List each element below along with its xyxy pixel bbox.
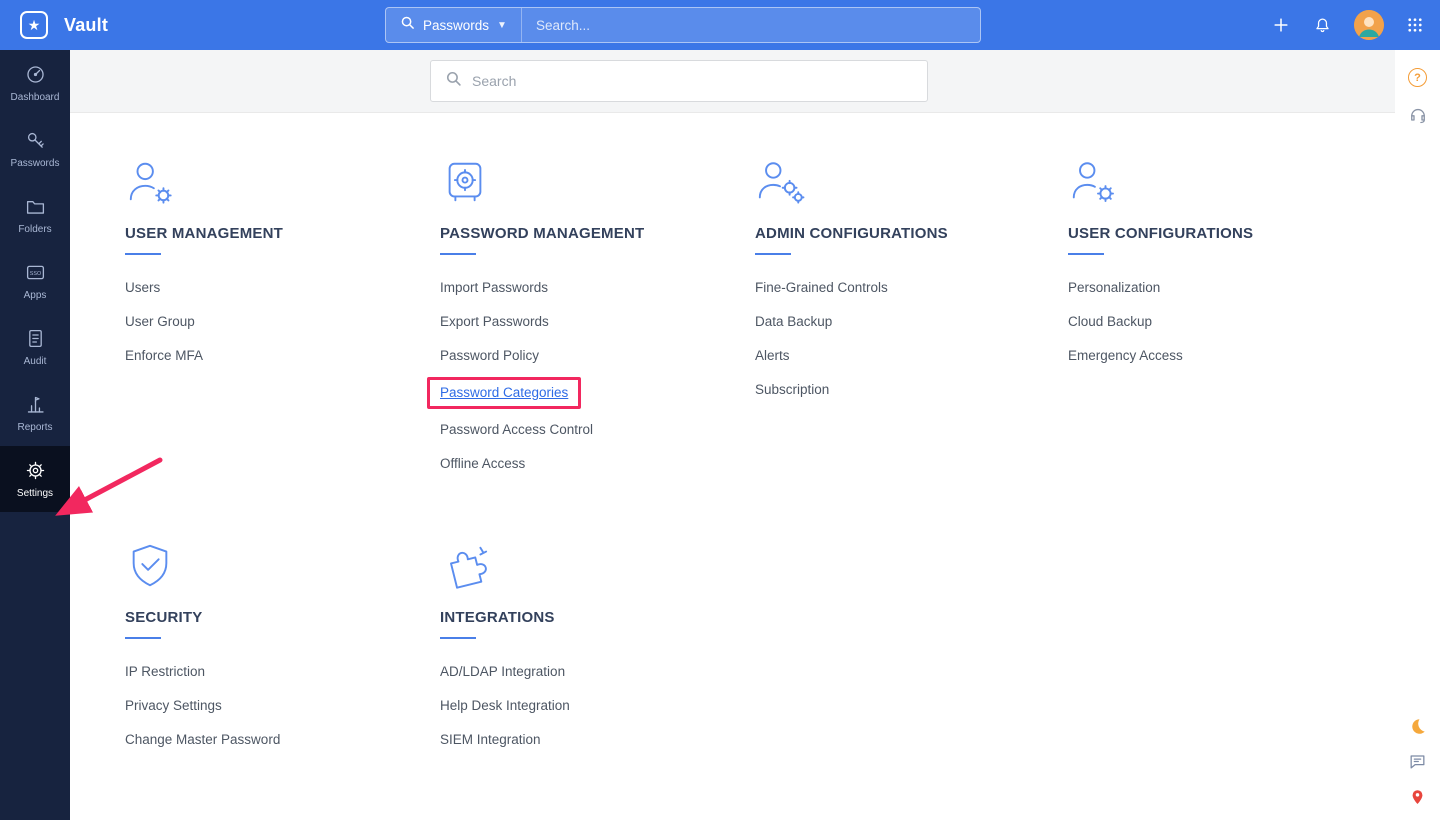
add-button[interactable] [1271, 15, 1291, 35]
settings-link-password-categories[interactable]: Password Categories [440, 385, 568, 400]
group-title: USER MANAGEMENT [125, 225, 284, 242]
settings-link-ip-restriction[interactable]: IP Restriction [125, 664, 205, 679]
settings-link-cloud-backup[interactable]: Cloud Backup [1068, 314, 1152, 329]
settings-link-enforce-mfa[interactable]: Enforce MFA [125, 348, 203, 363]
support-headset-icon[interactable] [1408, 105, 1428, 125]
group-title: ADMIN CONFIGURATIONS [755, 225, 948, 242]
group-title: SECURITY [125, 609, 203, 626]
settings-link-fine-grained-controls[interactable]: Fine-Grained Controls [755, 280, 888, 295]
settings-link-help-desk-integration[interactable]: Help Desk Integration [440, 698, 570, 713]
settings-link-alerts[interactable]: Alerts [755, 348, 790, 363]
user-avatar[interactable] [1354, 10, 1384, 40]
sidebar-item-label: Settings [16, 488, 54, 499]
title-accent [125, 637, 161, 639]
theme-moon-icon[interactable] [1408, 717, 1427, 736]
location-pin-icon[interactable] [1408, 787, 1427, 806]
user-management-icon [125, 157, 440, 209]
sidebar-item-label: Apps [23, 290, 47, 301]
admin-configurations-icon [755, 157, 1068, 209]
chevron-down-icon: ▼ [497, 19, 507, 31]
title-accent [125, 253, 161, 255]
settings-search-band [70, 50, 1395, 113]
search-scope-dropdown[interactable]: Passwords ▼ [386, 8, 522, 42]
settings-group-security: SECURITY IP Restriction Privacy Settings… [125, 541, 440, 765]
settings-link-password-access-control[interactable]: Password Access Control [440, 422, 593, 437]
settings-link-siem-integration[interactable]: SIEM Integration [440, 732, 541, 747]
title-accent [755, 253, 791, 255]
settings-search-input[interactable] [472, 73, 913, 89]
settings-link-subscription[interactable]: Subscription [755, 382, 829, 397]
global-search-bar: Passwords ▼ [385, 7, 981, 43]
sidebar-item-apps[interactable]: SSO Apps [0, 248, 70, 314]
sidebar-item-label: Reports [17, 422, 53, 433]
search-icon [400, 15, 415, 35]
settings-link-offline-access[interactable]: Offline Access [440, 456, 525, 471]
settings-group-user-configurations: USER CONFIGURATIONS Personalization Clou… [1068, 157, 1383, 489]
left-sidebar: Dashboard Passwords Folders SSO Apps Aud… [0, 50, 70, 820]
sidebar-item-audit[interactable]: Audit [0, 314, 70, 380]
sidebar-item-reports[interactable]: Reports [0, 380, 70, 446]
sidebar-item-label: Dashboard [10, 92, 60, 103]
sidebar-item-folders[interactable]: Folders [0, 182, 70, 248]
search-scope-label: Passwords [423, 17, 490, 33]
sidebar-item-label: Folders [18, 224, 52, 235]
settings-link-export-passwords[interactable]: Export Passwords [440, 314, 549, 329]
settings-group-admin-configurations: ADMIN CONFIGURATIONS Fine-Grained Contro… [755, 157, 1068, 489]
search-icon [445, 70, 462, 92]
password-management-safe-icon [440, 157, 755, 209]
sidebar-item-label: Passwords [10, 158, 60, 169]
notifications-bell-icon[interactable] [1313, 16, 1332, 35]
settings-group-integrations: INTEGRATIONS AD/LDAP Integration Help De… [440, 541, 755, 765]
sidebar-item-label: Audit [23, 356, 47, 367]
sidebar-item-passwords[interactable]: Passwords [0, 116, 70, 182]
title-accent [440, 253, 476, 255]
user-configurations-icon [1068, 157, 1383, 209]
settings-link-user-group[interactable]: User Group [125, 314, 195, 329]
settings-link-password-policy[interactable]: Password Policy [440, 348, 539, 363]
vault-logo-icon[interactable]: ★ [20, 11, 48, 39]
app-title: Vault [64, 14, 109, 35]
group-title: INTEGRATIONS [440, 609, 555, 626]
apps-grid-icon[interactable] [1406, 16, 1424, 34]
group-title: USER CONFIGURATIONS [1068, 225, 1254, 242]
settings-link-users[interactable]: Users [125, 280, 160, 295]
top-header: ★ Vault Passwords ▼ [0, 0, 1440, 50]
security-shield-icon [125, 541, 440, 593]
right-utility-rail: ? [1395, 50, 1440, 820]
integrations-puzzle-icon [440, 541, 755, 593]
group-title: PASSWORD MANAGEMENT [440, 225, 645, 242]
settings-link-privacy-settings[interactable]: Privacy Settings [125, 698, 222, 713]
sidebar-item-dashboard[interactable]: Dashboard [0, 50, 70, 116]
global-search-input[interactable] [521, 17, 980, 33]
sso-badge: SSO [29, 271, 40, 277]
annotation-highlight-box: Password Categories [427, 377, 582, 409]
settings-page: USER MANAGEMENT Users User Group Enforce… [70, 50, 1395, 820]
settings-link-personalization[interactable]: Personalization [1068, 280, 1160, 295]
title-accent [440, 637, 476, 639]
settings-link-change-master-password[interactable]: Change Master Password [125, 732, 280, 747]
settings-search-box [430, 60, 928, 102]
settings-link-ad-ldap-integration[interactable]: AD/LDAP Integration [440, 664, 565, 679]
settings-group-password-management: PASSWORD MANAGEMENT Import Passwords Exp… [427, 157, 755, 489]
title-accent [1068, 253, 1104, 255]
help-icon[interactable]: ? [1408, 68, 1427, 87]
settings-link-import-passwords[interactable]: Import Passwords [440, 280, 548, 295]
sidebar-item-settings[interactable]: Settings [0, 446, 70, 512]
settings-link-emergency-access[interactable]: Emergency Access [1068, 348, 1183, 363]
settings-link-data-backup[interactable]: Data Backup [755, 314, 832, 329]
feedback-chat-icon[interactable] [1408, 752, 1427, 771]
settings-group-user-management: USER MANAGEMENT Users User Group Enforce… [125, 157, 440, 489]
